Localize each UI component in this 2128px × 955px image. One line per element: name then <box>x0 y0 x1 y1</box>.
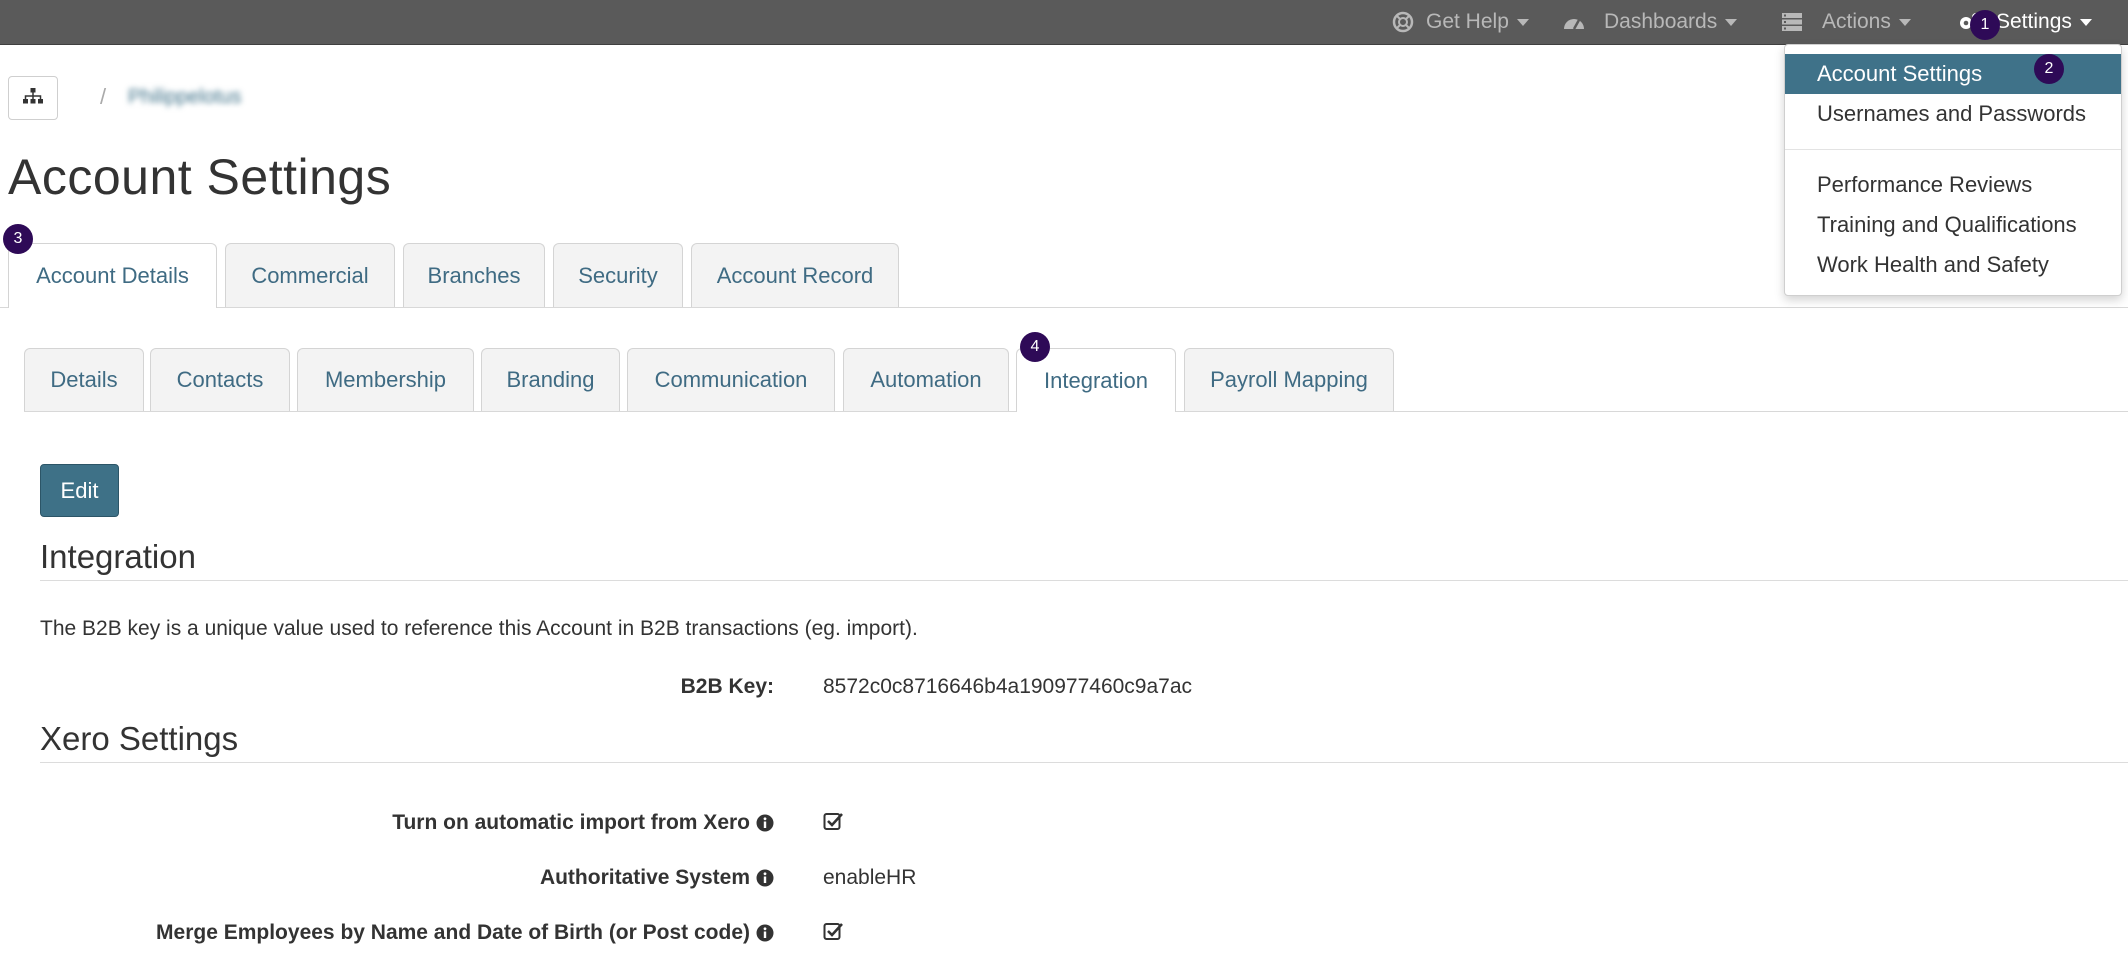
menu-item-work-health-safety[interactable]: Work Health and Safety <box>1785 245 2121 285</box>
actions-menu[interactable]: Actions <box>1782 0 1911 44</box>
tab-label: Integration <box>1044 367 1148 393</box>
edit-button[interactable]: Edit <box>40 464 119 517</box>
integration-heading: Integration <box>40 538 196 575</box>
top-navbar: Get Help Dashboards Actions Settings <box>0 0 2128 45</box>
field-label-text: Authoritative System <box>539 866 750 889</box>
chevron-down-icon <box>2079 18 2092 26</box>
menu-item-performance-reviews[interactable]: Performance Reviews <box>1785 165 2121 205</box>
section-divider <box>40 762 2128 763</box>
tab-details[interactable]: Details <box>24 348 144 411</box>
tab-branches[interactable]: Branches <box>403 243 545 307</box>
tab-account-details[interactable]: Account Details <box>8 243 217 308</box>
info-icon[interactable] <box>756 869 774 887</box>
annotation-badge: 2 <box>2034 54 2064 84</box>
tab-branding[interactable]: Branding <box>481 348 620 411</box>
tab-label: Account Record <box>716 262 874 288</box>
field-label-text: Merge Employees by Name and Date of Birt… <box>156 921 750 944</box>
annotation-badge: 1 <box>1970 10 2000 40</box>
menu-item-label: Performance Reviews <box>1817 172 2033 197</box>
chevron-down-icon <box>1516 18 1529 26</box>
tab-label: Branding <box>506 367 595 392</box>
sitemap-icon <box>23 87 43 109</box>
tab-label: Communication <box>654 367 808 392</box>
menu-item-account-settings[interactable]: Account Settings <box>1785 54 2121 94</box>
tab-label: Branches <box>427 262 521 288</box>
info-icon[interactable] <box>756 814 774 832</box>
settings-dropdown-menu: Account Settings Usernames and Passwords… <box>1784 44 2122 296</box>
dashboards-label: Dashboards <box>1604 10 1718 33</box>
menu-item-label: Work Health and Safety <box>1817 252 2049 277</box>
org-tree-button[interactable] <box>8 76 58 120</box>
tab-contacts[interactable]: Contacts <box>150 348 290 411</box>
section-divider <box>40 580 2128 581</box>
primary-tabs-baseline <box>0 307 2128 308</box>
info-icon[interactable] <box>756 924 774 942</box>
checked-checkbox-icon <box>823 811 844 837</box>
tab-communication[interactable]: Communication <box>627 348 835 411</box>
xero-settings-heading: Xero Settings <box>40 720 239 757</box>
page-title: Account Settings <box>8 149 392 205</box>
settings-label: Settings <box>1996 10 2072 33</box>
xero-auto-import-label: Turn on automatic import from Xero <box>392 811 774 835</box>
tab-automation[interactable]: Automation <box>843 348 1009 411</box>
menu-item-label: Usernames and Passwords <box>1817 101 2087 126</box>
tab-label: Automation <box>870 367 982 392</box>
integration-description: The B2B key is a unique value used to re… <box>40 617 918 640</box>
menu-item-usernames-passwords[interactable]: Usernames and Passwords <box>1785 94 2121 134</box>
get-help-label: Get Help <box>1426 10 1509 33</box>
get-help-menu[interactable]: Get Help <box>1392 0 1529 44</box>
annotation-badge: 4 <box>1020 332 1050 362</box>
tab-label: Security <box>578 262 658 288</box>
menu-item-training-qualifications[interactable]: Training and Qualifications <box>1785 205 2121 245</box>
tab-account-record[interactable]: Account Record <box>691 243 899 307</box>
b2b-key-value: 8572c0c8716646b4a190977460c9a7ac <box>823 675 1193 698</box>
authoritative-system-label: Authoritative System <box>540 866 774 890</box>
menu-item-label: Training and Qualifications <box>1817 212 2077 237</box>
chevron-down-icon <box>1898 18 1911 26</box>
checked-checkbox-icon <box>823 921 844 947</box>
tab-commercial[interactable]: Commercial <box>225 243 395 307</box>
b2b-key-label: B2B Key: <box>681 675 774 699</box>
lifebuoy-icon <box>1392 11 1414 33</box>
tab-label: Details <box>50 367 118 392</box>
chevron-down-icon <box>1725 18 1738 26</box>
annotation-badge: 3 <box>3 224 33 254</box>
tab-security[interactable]: Security <box>553 243 683 307</box>
field-label-text: B2B Key: <box>680 675 774 698</box>
breadcrumb-separator: / <box>100 84 107 109</box>
tab-label: Contacts <box>176 367 264 392</box>
actions-label: Actions <box>1822 10 1891 33</box>
tab-label: Membership <box>324 367 447 392</box>
tab-membership[interactable]: Membership <box>297 348 474 411</box>
dashboard-gauge-icon <box>1562 12 1586 32</box>
tab-label: Account Details <box>36 263 189 288</box>
dashboards-menu[interactable]: Dashboards <box>1562 0 1738 44</box>
breadcrumb-account-link[interactable]: Philippelotus <box>128 86 268 108</box>
authoritative-system-value: enableHR <box>823 866 917 889</box>
tab-label: Commercial <box>251 262 369 288</box>
menu-item-label: Account Settings <box>1817 61 1983 86</box>
menu-divider <box>1785 149 2121 150</box>
tab-label: Payroll Mapping <box>1210 367 1368 392</box>
field-label-text: Turn on automatic import from Xero <box>392 811 750 834</box>
merge-employees-label: Merge Employees by Name and Date of Birt… <box>156 921 774 945</box>
server-list-icon <box>1782 13 1802 31</box>
tab-payroll-mapping[interactable]: Payroll Mapping <box>1184 348 1394 411</box>
